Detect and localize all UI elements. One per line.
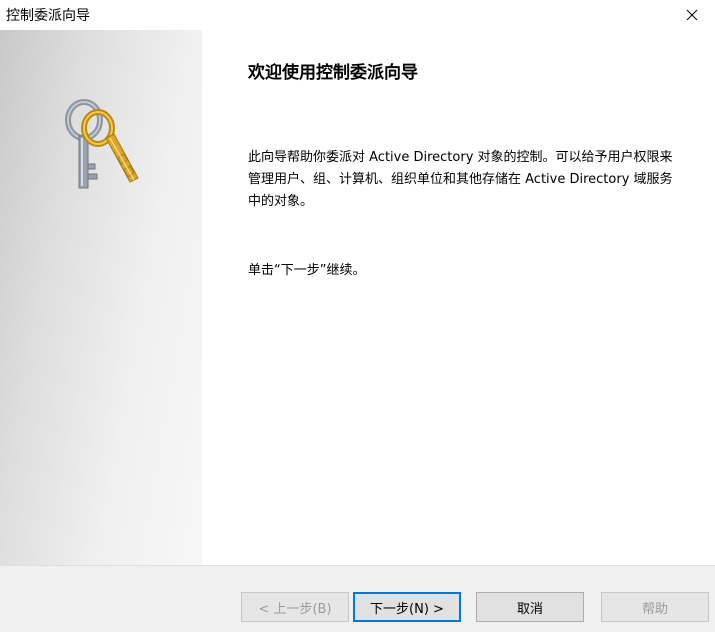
- page-title: 欢迎使用控制委派向导: [248, 63, 418, 83]
- continue-hint: 单击“下一步”继续。: [248, 263, 366, 278]
- back-button[interactable]: < 上一步(B): [241, 592, 349, 622]
- button-bar: < 上一步(B) 下一步(N) > 取消 帮助: [0, 565, 715, 632]
- window-title: 控制委派向导: [6, 8, 90, 24]
- next-button[interactable]: 下一步(N) >: [353, 592, 461, 622]
- close-icon: [686, 9, 698, 21]
- keys-icon: [65, 99, 139, 189]
- cancel-button[interactable]: 取消: [476, 592, 584, 622]
- title-bar: 控制委派向导: [0, 0, 715, 30]
- wizard-side-banner: [0, 30, 202, 565]
- description-text: 此向导帮助你委派对 Active Directory 对象的控制。可以给予用户权…: [248, 150, 673, 209]
- help-button[interactable]: 帮助: [601, 592, 709, 622]
- close-button[interactable]: [669, 0, 715, 30]
